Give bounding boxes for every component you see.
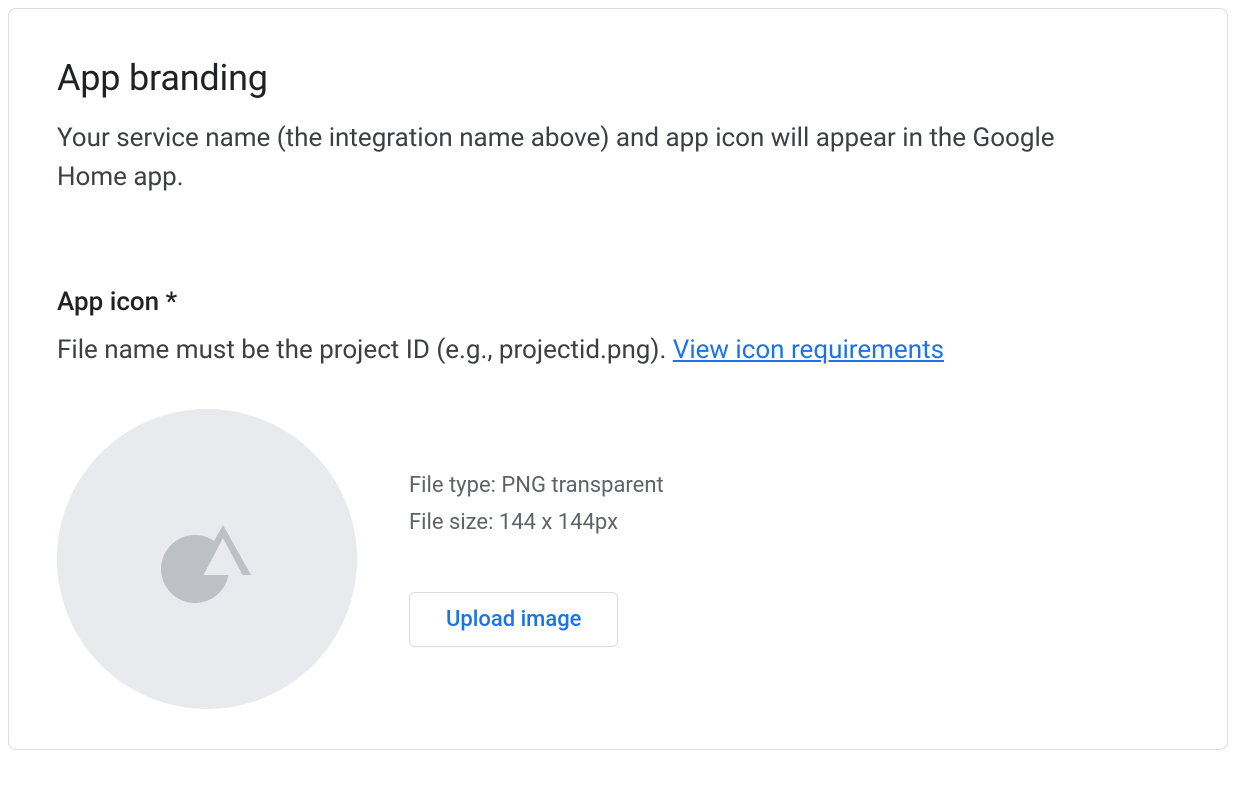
upload-info: File type: PNG transparent File size: 14… <box>409 471 664 648</box>
app-icon-hint: File name must be the project ID (e.g., … <box>57 335 1179 365</box>
view-icon-requirements-link[interactable]: View icon requirements <box>673 335 944 365</box>
app-branding-card: App branding Your service name (the inte… <box>8 8 1228 750</box>
hint-text: File name must be the project ID (e.g., … <box>57 335 673 365</box>
section-description: Your service name (the integration name … <box>57 119 1117 197</box>
app-icon-placeholder <box>57 409 357 709</box>
app-icon-label: App icon * <box>57 287 1179 317</box>
file-size-text: File size: 144 x 144px <box>409 508 664 539</box>
file-type-text: File type: PNG transparent <box>409 471 664 502</box>
upload-row: File type: PNG transparent File size: 14… <box>57 409 1179 709</box>
section-title: App branding <box>57 57 1179 99</box>
upload-image-button[interactable]: Upload image <box>409 592 618 647</box>
shapes-placeholder-icon <box>147 497 267 621</box>
